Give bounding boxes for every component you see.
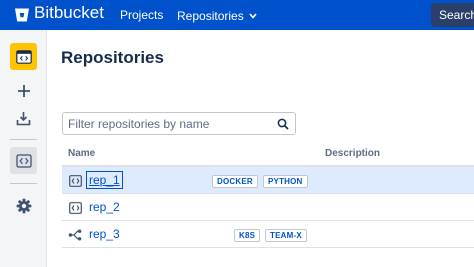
repository-tag: PYTHON [263, 175, 308, 188]
table-row[interactable]: rep_3 K8S TEAM-X [62, 221, 474, 248]
bitbucket-logo-icon [15, 8, 29, 22]
sidebar-import-button[interactable] [10, 105, 37, 132]
column-header-name[interactable]: Name [68, 148, 95, 159]
repository-tag: DOCKER [212, 175, 258, 188]
sidebar-divider [10, 139, 37, 140]
search-icon[interactable] [277, 117, 289, 135]
nav-repositories[interactable]: Repositories [177, 8, 257, 23]
repository-icon [68, 201, 82, 215]
settings-icon [16, 198, 31, 213]
page-title: Repositories [61, 48, 164, 67]
repository-name-link[interactable]: rep_3 [89, 227, 120, 241]
repository-tag: K8S [234, 229, 261, 242]
create-icon [17, 84, 30, 97]
bitbucket-logo[interactable] [14, 6, 30, 24]
sidebar [0, 30, 47, 267]
filter-field[interactable] [62, 112, 296, 135]
table-row[interactable]: rep_1 DOCKER PYTHON [62, 167, 474, 194]
repository-icon [68, 174, 82, 188]
search-label: Search [439, 8, 474, 22]
sidebar-settings-button[interactable] [10, 192, 37, 219]
table-row[interactable]: rep_2 [62, 194, 474, 221]
sidebar-repository-button[interactable] [10, 43, 37, 70]
filter-input[interactable] [68, 116, 268, 132]
chevron-down-icon [249, 8, 257, 22]
nav-repositories-label: Repositories [177, 9, 244, 23]
import-icon [16, 112, 31, 126]
nav-projects[interactable]: Projects [120, 8, 163, 22]
fork-icon [68, 228, 82, 242]
search-button[interactable]: Search [431, 3, 474, 27]
sidebar-divider [10, 183, 37, 184]
sidebar-code-button[interactable] [10, 147, 37, 174]
app-title[interactable]: Bitbucket [34, 3, 104, 23]
code-icon [15, 153, 32, 168]
repository-name-link[interactable]: rep_1 [86, 171, 123, 189]
top-navigation-bar: Bitbucket Projects Repositories Search [0, 0, 474, 30]
repository-name-link[interactable]: rep_2 [89, 200, 120, 214]
repository-icon [15, 49, 32, 64]
sidebar-create-button[interactable] [10, 77, 37, 104]
repository-tag: TEAM-X [265, 229, 307, 242]
column-header-description: Description [325, 148, 381, 159]
